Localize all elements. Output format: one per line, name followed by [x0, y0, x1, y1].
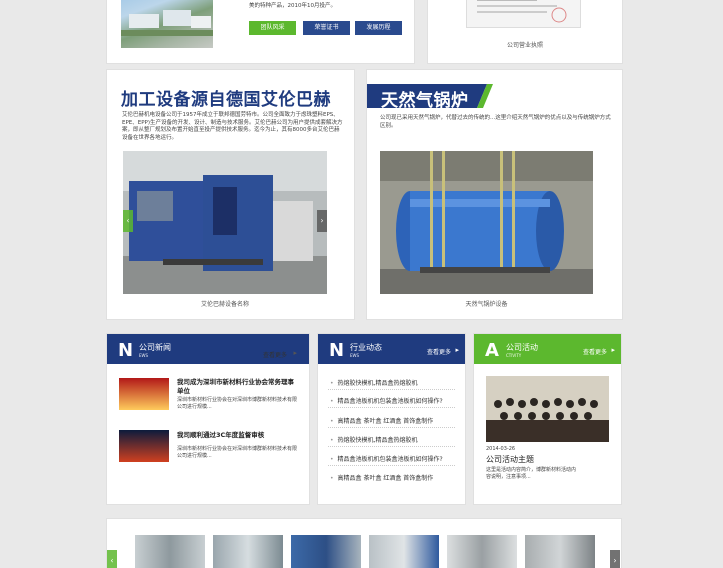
equipment-title: 加工设备源自德国艾伦巴赫: [121, 90, 331, 110]
industry-header-sub: EWS: [350, 353, 360, 358]
license-text-lines: [477, 0, 567, 23]
carousel-next-button[interactable]: ›: [317, 210, 327, 232]
gallery-strip: ‹ ›: [107, 519, 621, 568]
news-header-title: 公司新闻: [139, 343, 171, 352]
industry-list-item[interactable]: 高精品盒 茶叶盒 红酒盒 首饰盒制作: [330, 473, 434, 482]
activity-photo[interactable]: [486, 376, 609, 442]
gallery-thumb[interactable]: [369, 535, 439, 568]
history-button[interactable]: 发展历程: [355, 21, 402, 35]
equipment-description: 艾伦巴赫机电设备公司于1957年成立于联邦德国劳特市。公司全面致力于虑珠塑料EP…: [122, 112, 343, 141]
boiler-photo: [380, 151, 593, 294]
news-item-title[interactable]: 我司顺利通过3C年度监督审核: [177, 431, 299, 440]
equipment-card: 加工设备源自德国艾伦巴赫 艾伦巴赫机电设备公司于1957年成立于联邦德国劳特市。…: [107, 70, 354, 319]
activity-header-sub: CTIVITY: [506, 353, 522, 358]
factory-illustration: [121, 10, 213, 36]
activity-title[interactable]: 公司活动主题: [486, 454, 534, 465]
divider: [328, 465, 455, 466]
divider: [328, 389, 455, 390]
activity-header-title: 公司活动: [506, 343, 538, 352]
license-card: 公司营业执照: [428, 0, 622, 63]
equipment-photo: [123, 151, 327, 294]
activity-more-arrow-icon[interactable]: ▸: [611, 346, 615, 354]
boiler-illustration: [380, 151, 593, 294]
license-image[interactable]: [466, 0, 581, 28]
industry-news-panel: N 行业动态 EWS 查看更多 ▸ 热熔胶快模机,精品盒热熔胶机 精品盒池板机机…: [318, 334, 465, 504]
gallery-thumb[interactable]: [291, 535, 361, 568]
activity-more-link[interactable]: 查看更多: [583, 347, 607, 356]
activity-desc: 这里是活动内容简介，博群新材料活动内容说明，注意事项...: [486, 467, 577, 480]
team-style-button[interactable]: 团队风采: [249, 21, 296, 35]
boiler-card: 天然气锅炉 公司现已采用天然气锅炉，代替过去的传统的...这里介绍天然气锅炉的优…: [367, 70, 622, 319]
activity-letter: A: [485, 340, 499, 361]
news-thumb: [119, 430, 169, 462]
divider: [328, 407, 455, 408]
carousel-prev-button[interactable]: ‹: [123, 210, 133, 232]
news-more-link[interactable]: 查看更多: [263, 350, 287, 359]
intro-text: 美的特种产品，2010年10月投产。: [249, 3, 336, 9]
gallery-thumb[interactable]: [447, 535, 517, 568]
news-header-sub: EWS: [139, 353, 149, 358]
gallery-thumb[interactable]: [525, 535, 595, 568]
industry-list-item[interactable]: 精品盒池板机机包装盒池板机如何操作?: [330, 396, 443, 405]
news-item-title[interactable]: 我司成为深圳市新材料行业协会常务理事单位: [177, 378, 299, 396]
equipment-caption: 艾伦巴赫设备名称: [200, 301, 249, 308]
group-photo-illustration: [486, 376, 609, 442]
industry-more-link[interactable]: 查看更多: [427, 347, 451, 356]
honor-certificate-button[interactable]: 荣誉证书: [303, 21, 350, 35]
boiler-title: 天然气锅炉: [381, 91, 469, 111]
company-activity-panel: A 公司活动 CTIVITY 查看更多 ▸ 2014-03-26 公司活动主题 …: [474, 334, 621, 504]
industry-list-item[interactable]: 热熔胶快模机,精品盒热熔胶机: [330, 435, 418, 444]
company-news-panel: N 公司新闻 EWS 查看更多 ▸ 我司成为深圳市新材料行业协会常务理事单位 深…: [107, 334, 309, 504]
activity-header: A 公司活动 CTIVITY 查看更多 ▸: [474, 334, 621, 364]
industry-letter: N: [329, 340, 345, 361]
news-letter: N: [118, 340, 134, 361]
industry-list-item[interactable]: 热熔胶快模机,精品盒热熔胶机: [330, 378, 418, 387]
news-item-desc: 深圳市新材料行业协会在对深圳市博群新材料技术有限公司进行规模...: [177, 446, 298, 459]
news-item-desc: 深圳市新材料行业协会在对深圳市博群新材料技术有限公司进行规模...: [177, 397, 298, 410]
intro-card: 美的特种产品，2010年10月投产。 团队风采 荣誉证书 发展历程: [107, 0, 414, 63]
gallery-next-button[interactable]: ›: [610, 550, 620, 568]
machine-illustration: [123, 151, 327, 294]
factory-photo: [121, 0, 213, 48]
industry-header-title: 行业动态: [350, 343, 382, 352]
company-news-header: N 公司新闻 EWS: [107, 334, 309, 364]
gallery-thumb[interactable]: [213, 535, 283, 568]
industry-news-header: N 行业动态 EWS 查看更多 ▸: [318, 334, 465, 364]
boiler-caption: 天然气锅炉设备: [465, 301, 508, 308]
news-more-arrow-icon[interactable]: ▸: [293, 349, 297, 357]
license-caption: 公司营业执照: [506, 42, 543, 49]
industry-list-item[interactable]: 高精品盒 茶叶盒 红酒盒 首饰盒制作: [330, 416, 434, 425]
divider: [328, 427, 455, 428]
news-thumb: [119, 378, 169, 410]
boiler-description: 公司现已采用天然气锅炉，代替过去的传统的...这里介绍天然气锅炉的优点以及与传统…: [380, 115, 611, 129]
industry-more-arrow-icon[interactable]: ▸: [455, 346, 459, 354]
industry-list-item[interactable]: 精品盒池板机机包装盒池板机如何操作?: [330, 454, 443, 463]
gallery-prev-button[interactable]: ‹: [107, 550, 117, 568]
gallery-thumb[interactable]: [135, 535, 205, 568]
divider: [328, 446, 455, 447]
activity-date: 2014-03-26: [486, 446, 516, 452]
